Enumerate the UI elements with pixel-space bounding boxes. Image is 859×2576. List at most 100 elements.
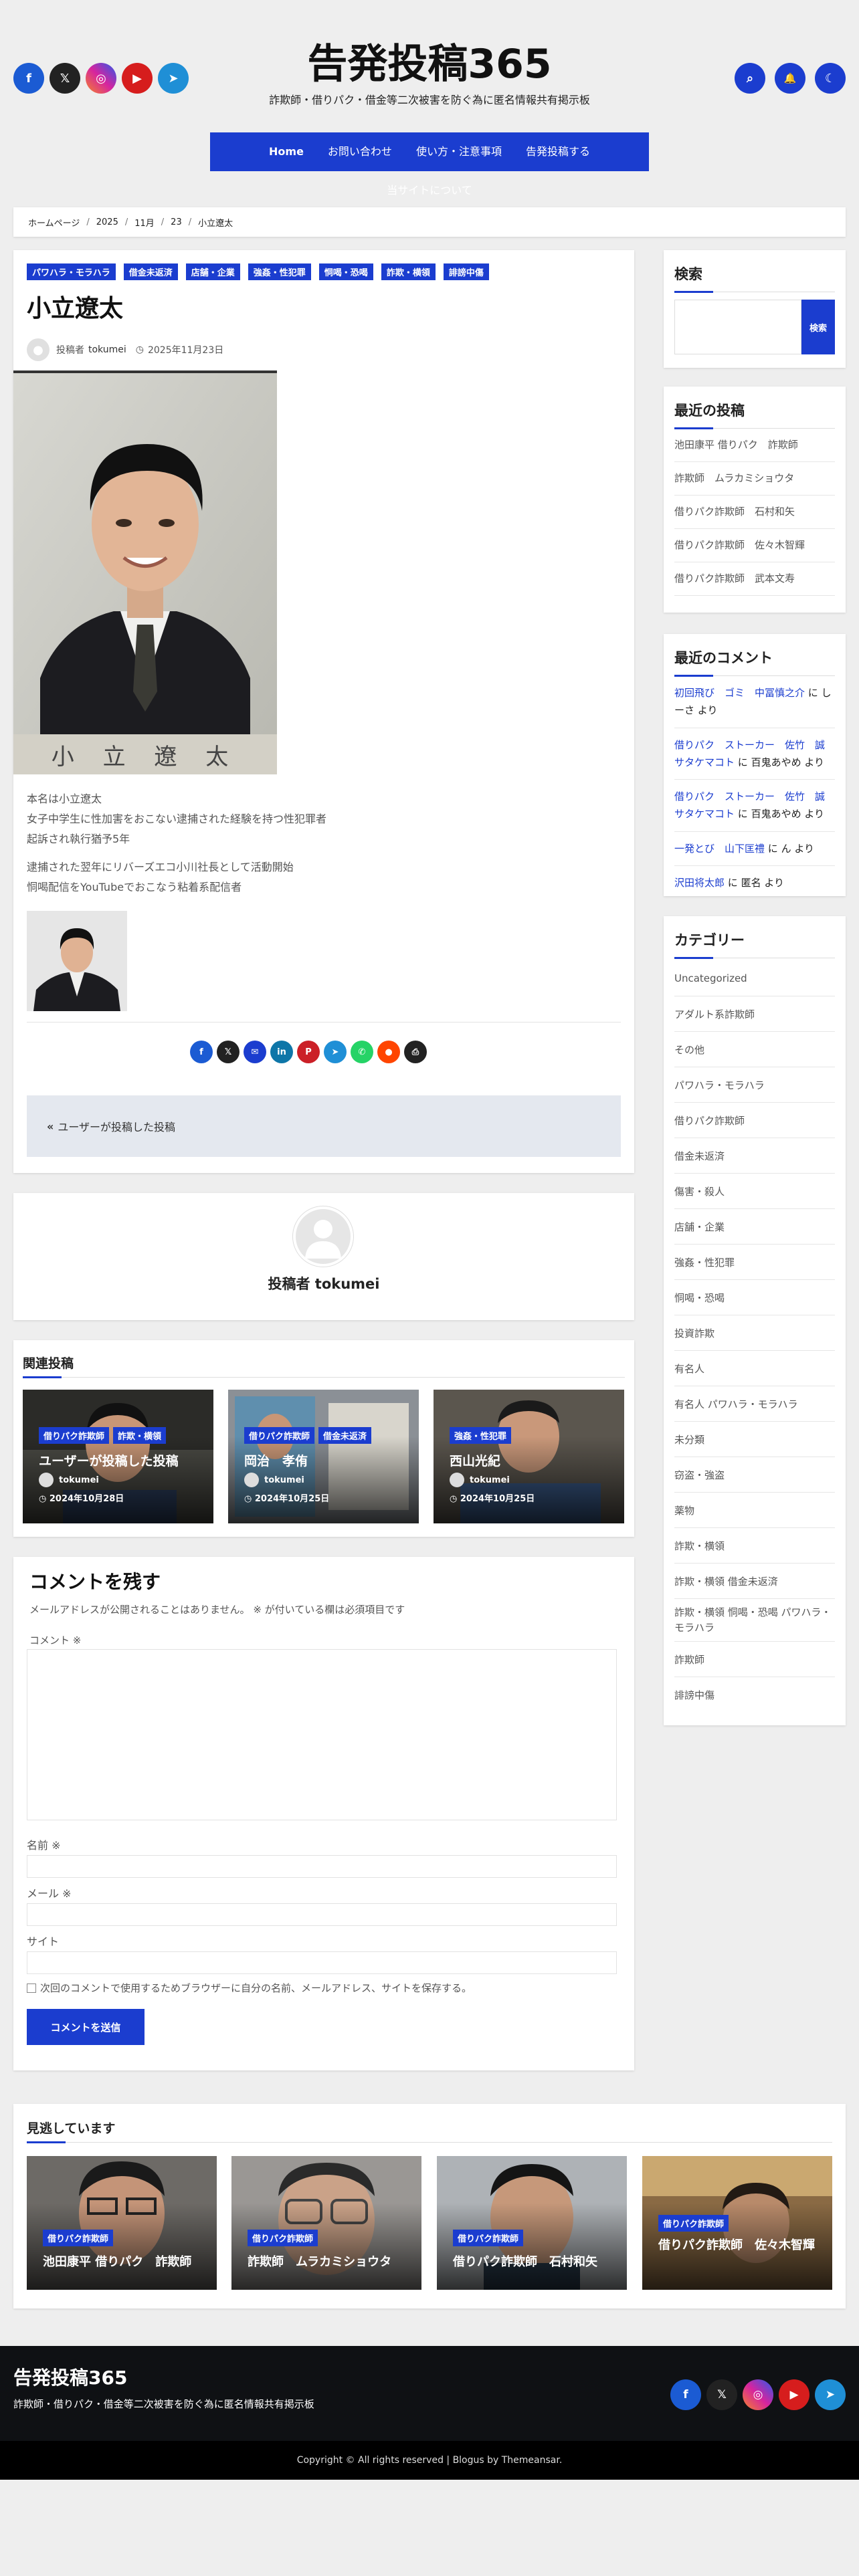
missed-post-title[interactable]: 池田康平 借りパク 詐欺師 xyxy=(43,2252,203,2270)
save-info-checkbox[interactable] xyxy=(27,1983,36,1993)
facebook-share-icon[interactable]: f xyxy=(190,1041,213,1063)
category-link[interactable]: 有名人 パワハラ・モラハラ xyxy=(674,1386,835,1422)
post-tag[interactable]: 借金未返済 xyxy=(123,263,178,280)
missed-tag[interactable]: 借りパク詐欺師 xyxy=(43,2230,114,2246)
category-link[interactable]: 投資詐欺 xyxy=(674,1315,835,1351)
missed-post-title[interactable]: 借りパク詐欺師 石村和矢 xyxy=(453,2252,613,2270)
missed-tag[interactable]: 借りパク詐欺師 xyxy=(658,2215,729,2232)
footer-site-title[interactable]: 告発投稿365 xyxy=(13,2363,127,2390)
breadcrumb-month[interactable]: 11月 xyxy=(134,216,155,229)
search-icon[interactable]: ⌕ xyxy=(735,63,765,94)
related-tag[interactable]: 借りパク詐欺師 xyxy=(39,1427,110,1444)
telegram-share-icon[interactable]: ➤ xyxy=(324,1041,347,1063)
related-date-text[interactable]: 2024年10月28日 xyxy=(50,1494,124,1504)
post-tag[interactable]: 強姦・性犯罪 xyxy=(248,263,311,280)
nav-home[interactable]: Home xyxy=(257,132,316,171)
post-tag[interactable]: 誹謗中傷 xyxy=(443,263,489,280)
author-link[interactable]: tokumei xyxy=(88,344,126,355)
recent-post-link[interactable]: 借りパク詐欺師 石村和矢 xyxy=(674,496,835,529)
category-link[interactable]: 誹謗中傷 xyxy=(674,1677,835,1713)
nav-about[interactable]: 当サイトについて xyxy=(375,171,484,210)
related-tag[interactable]: 借りパク詐欺師 xyxy=(244,1427,315,1444)
category-link[interactable]: 窃盗・強盗 xyxy=(674,1457,835,1493)
missed-tag[interactable]: 借りパク詐欺師 xyxy=(248,2230,318,2246)
related-post-title[interactable]: ユーザーが投稿した投稿 xyxy=(39,1451,179,1469)
related-tag[interactable]: 借金未返済 xyxy=(318,1427,372,1444)
missed-post-card[interactable]: 借りパク詐欺師 借りパク詐欺師 佐々木智輝 xyxy=(642,2156,832,2290)
print-icon[interactable]: ⎙ xyxy=(404,1041,427,1063)
recent-post-link[interactable]: 借りパク詐欺師 武本文寿 xyxy=(674,562,835,596)
category-link[interactable]: 借りパク詐欺師 xyxy=(674,1103,835,1138)
submit-comment-button[interactable]: コメントを送信 xyxy=(27,2009,145,2045)
category-link[interactable]: その他 xyxy=(674,1032,835,1067)
missed-post-card[interactable]: 借りパク詐欺師 詐欺師 ムラカミショウタ xyxy=(231,2156,421,2290)
comment-post-link[interactable]: 一発とび 山下匡禮 xyxy=(674,843,765,855)
related-tag[interactable]: 詐欺・横領 xyxy=(113,1427,167,1444)
post-tag[interactable]: 恫喝・恐喝 xyxy=(318,263,373,280)
breadcrumb-day[interactable]: 23 xyxy=(171,217,182,227)
category-link[interactable]: 詐欺・横領 借金未返済 xyxy=(674,1564,835,1599)
telegram-icon[interactable]: ➤ xyxy=(815,2379,846,2410)
bell-icon[interactable]: 🔔 xyxy=(775,63,805,94)
website-field[interactable] xyxy=(27,1951,617,1974)
facebook-icon[interactable]: f xyxy=(670,2379,701,2410)
email-share-icon[interactable]: ✉ xyxy=(244,1041,266,1063)
related-post-card[interactable]: 強姦・性犯罪 西山光紀 tokumei ◷ 2024年10月25日 xyxy=(434,1390,624,1523)
author-box-link[interactable]: tokumei xyxy=(315,1276,380,1292)
dark-mode-icon[interactable]: ☾ xyxy=(815,63,846,94)
post-tag[interactable]: パワハラ・モラハラ xyxy=(27,263,116,280)
related-date-text[interactable]: 2024年10月25日 xyxy=(255,1494,329,1504)
category-link[interactable]: 詐欺師 xyxy=(674,1642,835,1677)
breadcrumb-year[interactable]: 2025 xyxy=(96,217,118,227)
category-link[interactable]: Uncategorized xyxy=(674,961,835,996)
post-tag[interactable]: 詐欺・横領 xyxy=(381,263,436,280)
related-tag[interactable]: 強姦・性犯罪 xyxy=(450,1427,512,1444)
linkedin-share-icon[interactable]: in xyxy=(270,1041,293,1063)
related-post-card[interactable]: 借りパク詐欺師 詐欺・横領 ユーザーが投稿した投稿 tokumei ◷ 2024年… xyxy=(23,1390,213,1523)
breadcrumb-home[interactable]: ホームページ xyxy=(28,216,80,229)
name-field[interactable] xyxy=(27,1855,617,1878)
missed-post-card[interactable]: 借りパク詐欺師 池田康平 借りパク 詐欺師 xyxy=(27,2156,217,2290)
x-icon[interactable]: 𝕏 xyxy=(706,2379,737,2410)
category-link[interactable]: 借金未返済 xyxy=(674,1138,835,1174)
pinterest-share-icon[interactable]: P xyxy=(297,1041,320,1063)
email-field[interactable] xyxy=(27,1903,617,1926)
recent-post-link[interactable]: 借りパク詐欺師 佐々木智輝 xyxy=(674,529,835,562)
recent-post-link[interactable]: 池田康平 借りパク 詐欺師 xyxy=(674,429,835,462)
missed-post-title[interactable]: 詐欺師 ムラカミショウタ xyxy=(248,2252,408,2270)
comment-textarea[interactable] xyxy=(27,1649,617,1820)
youtube-icon[interactable]: ▶ xyxy=(779,2379,809,2410)
nav-contact[interactable]: お問い合わせ xyxy=(316,132,404,171)
related-post-card[interactable]: 借りパク詐欺師 借金未返済 岡治 孝侑 tokumei ◷ 2024年10月25日 xyxy=(228,1390,419,1523)
category-link[interactable]: 薬物 xyxy=(674,1493,835,1528)
post-date[interactable]: 2025年11月23日 xyxy=(148,343,223,356)
category-link[interactable]: 恫喝・恐喝 xyxy=(674,1280,835,1315)
category-link[interactable]: 有名人 xyxy=(674,1351,835,1386)
search-button[interactable]: 検索 xyxy=(801,300,835,354)
category-link[interactable]: 未分類 xyxy=(674,1422,835,1457)
search-input[interactable] xyxy=(674,300,801,354)
missed-post-title[interactable]: 借りパク詐欺師 佐々木智輝 xyxy=(658,2238,816,2253)
whatsapp-share-icon[interactable]: ✆ xyxy=(351,1041,373,1063)
instagram-icon[interactable]: ◎ xyxy=(743,2379,773,2410)
previous-post-link[interactable]: « ユーザーが投稿した投稿 xyxy=(27,1095,621,1157)
x-share-icon[interactable]: 𝕏 xyxy=(217,1041,240,1063)
post-tag[interactable]: 店舗・企業 xyxy=(185,263,240,280)
site-title[interactable]: 告発投稿365 xyxy=(0,39,859,90)
related-post-title[interactable]: 岡治 孝侑 xyxy=(244,1451,308,1469)
missed-tag[interactable]: 借りパク詐欺師 xyxy=(453,2230,524,2246)
related-author-name[interactable]: tokumei xyxy=(470,1475,510,1485)
category-link[interactable]: 詐欺・横領 xyxy=(674,1528,835,1564)
missed-post-card[interactable]: 借りパク詐欺師 借りパク詐欺師 石村和矢 xyxy=(437,2156,627,2290)
category-link[interactable]: 店舗・企業 xyxy=(674,1209,835,1245)
category-link[interactable]: 強姦・性犯罪 xyxy=(674,1245,835,1280)
category-link[interactable]: 詐欺・横領 恫喝・恐喝 パワハラ・モラハラ xyxy=(674,1599,835,1642)
related-author-name[interactable]: tokumei xyxy=(59,1475,99,1485)
category-link[interactable]: アダルト系詐欺師 xyxy=(674,996,835,1032)
recent-post-link[interactable]: 詐欺師 ムラカミショウタ xyxy=(674,462,835,496)
related-post-title[interactable]: 西山光紀 xyxy=(450,1451,500,1469)
related-date-text[interactable]: 2024年10月25日 xyxy=(460,1494,535,1504)
comment-post-link[interactable]: 沢田将太郎 xyxy=(674,877,725,889)
comment-post-link[interactable]: 初回飛び ゴミ 中冨慎之介 xyxy=(674,687,805,699)
reddit-share-icon[interactable]: ● xyxy=(377,1041,400,1063)
